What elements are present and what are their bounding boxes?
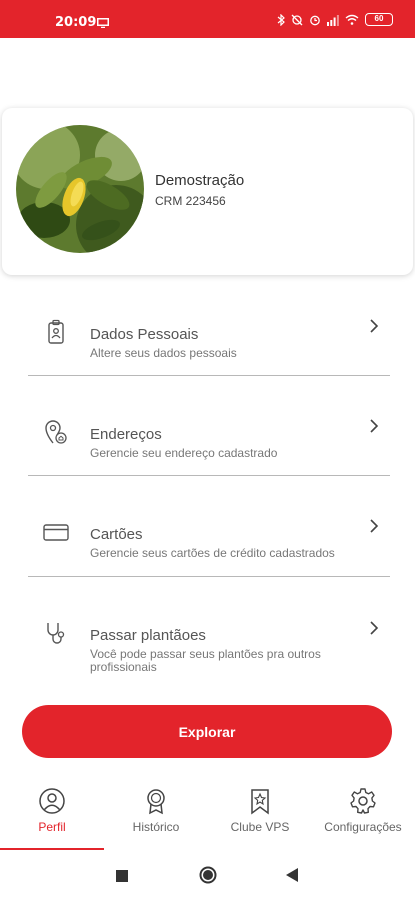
status-icons: 60 <box>277 13 393 26</box>
menu-title: Passar plantãoes <box>90 627 206 644</box>
credit-card-icon <box>42 518 70 546</box>
signal-icon <box>327 14 339 26</box>
menu-item-dados-pessoais[interactable]: Dados Pessoais Altere seus dados pessoai… <box>28 318 390 376</box>
nav-tab-perfil[interactable]: Perfil <box>0 778 104 850</box>
avatar[interactable] <box>16 125 144 253</box>
menu-item-passar-plantoes[interactable]: Passar plantãoes Você pode passar seus p… <box>28 620 390 678</box>
menu-subtitle: Gerencie seu endereço cadastrado <box>90 446 278 460</box>
gear-icon <box>349 787 377 815</box>
stethoscope-icon <box>42 620 70 648</box>
menu-item-cartoes[interactable]: Cartões Gerencie seus cartões de crédito… <box>28 518 390 577</box>
home-icon[interactable] <box>199 866 217 889</box>
bottom-nav: Perfil Histórico Clube VPS Configurações <box>0 778 415 850</box>
menu-title: Endereços <box>90 426 162 443</box>
profile-card[interactable] <box>2 108 413 275</box>
battery-indicator: 60 <box>365 13 393 26</box>
screen-icon <box>97 15 109 33</box>
bookmark-star-icon <box>246 787 274 815</box>
profile-crm: CRM 223456 <box>155 194 226 208</box>
location-pin-icon <box>42 418 70 446</box>
id-badge-icon <box>42 318 70 346</box>
nav-label: Histórico <box>132 820 180 834</box>
menu-item-enderecos[interactable]: Endereços Gerencie seu endereço cadastra… <box>28 418 390 476</box>
recent-apps-icon[interactable] <box>116 869 128 887</box>
system-nav-bar <box>0 850 415 900</box>
chevron-right-icon <box>368 418 380 434</box>
back-icon[interactable] <box>286 868 298 887</box>
bluetooth-icon <box>277 13 285 26</box>
chevron-right-icon <box>368 518 380 534</box>
menu-subtitle: Você pode passar seus plantões pra outro… <box>90 647 321 674</box>
nav-tab-configuracoes[interactable]: Configurações <box>311 778 415 850</box>
nav-label: Perfil <box>38 820 66 834</box>
wifi-icon <box>345 14 359 25</box>
medal-icon <box>142 787 170 815</box>
sync-off-icon <box>291 14 303 25</box>
menu-title: Cartões <box>90 526 143 543</box>
chevron-right-icon <box>368 620 380 636</box>
nav-label: Configurações <box>324 820 402 834</box>
status-bar: 20:09 60 <box>0 0 415 38</box>
person-icon <box>38 787 66 815</box>
nav-tab-historico[interactable]: Histórico <box>104 778 208 850</box>
nav-tab-clube-vps[interactable]: Clube VPS <box>208 778 312 850</box>
menu-subtitle: Gerencie seus cartões de crédito cadastr… <box>90 546 335 560</box>
chevron-right-icon <box>368 318 380 334</box>
profile-name: Demostração <box>155 172 245 189</box>
alarm-icon <box>310 15 320 25</box>
status-time: 20:09 <box>55 15 97 30</box>
nav-label: Clube VPS <box>230 820 290 834</box>
explore-button[interactable]: Explorar <box>22 705 392 758</box>
menu-subtitle: Altere seus dados pessoais <box>90 346 237 360</box>
menu-title: Dados Pessoais <box>90 326 199 343</box>
